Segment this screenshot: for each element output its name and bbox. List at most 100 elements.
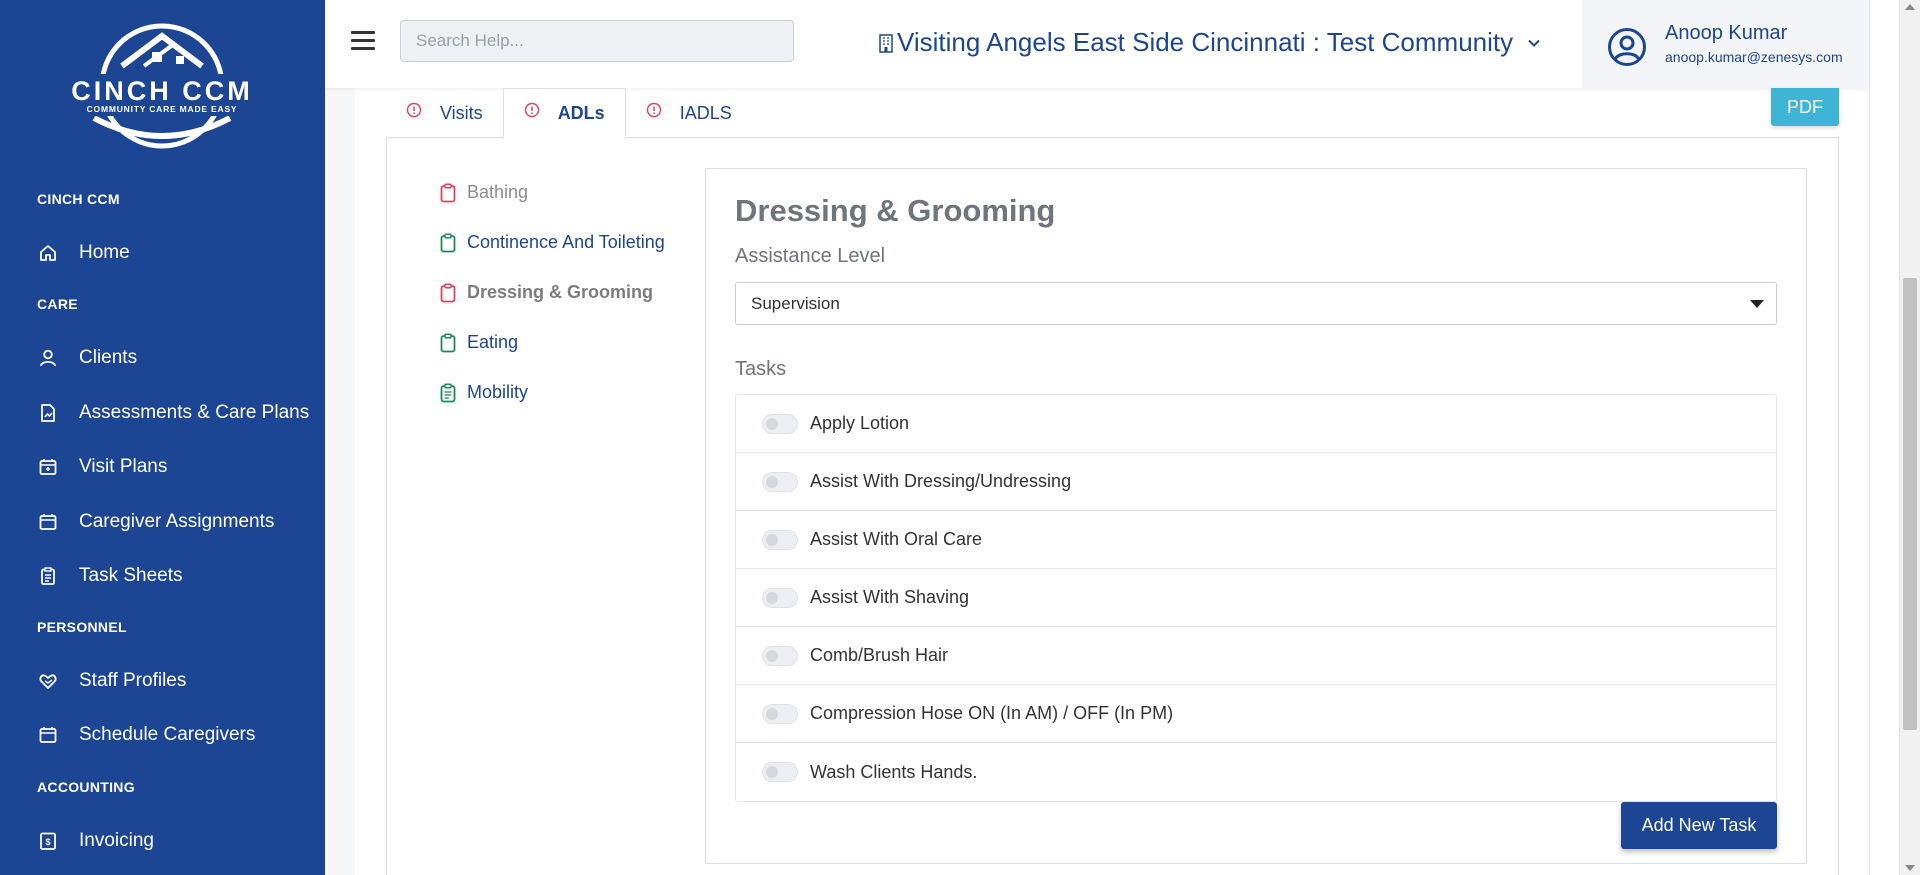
adl-item-eating[interactable]: Eating [440, 332, 518, 353]
sidebar-item-home[interactable]: Home [37, 238, 130, 268]
detail-title: Dressing & Grooming [735, 193, 1056, 228]
task-toggle[interactable] [762, 645, 798, 666]
user-icon [37, 347, 59, 369]
task-label: Assist With Shaving [810, 587, 970, 607]
scroll-thumb[interactable] [1903, 278, 1917, 730]
task-row: Assist With Oral Care [736, 511, 1776, 569]
adl-item-dressing-grooming[interactable]: Dressing & Grooming [440, 282, 653, 303]
clipboard-list-icon [440, 382, 456, 402]
building-icon [879, 33, 893, 53]
task-label: Assist With Dressing/Undressing [810, 471, 1072, 491]
tab-label: IADLS [679, 102, 732, 123]
task-toggle[interactable] [762, 587, 798, 608]
task-label: Wash Clients Hands. [810, 761, 978, 782]
sidebar-item-label: Staff Profiles [79, 670, 187, 691]
heart-hand-icon [37, 670, 59, 692]
adl-item-label: Continence And Toileting [467, 232, 665, 252]
search-help-input[interactable] [400, 20, 794, 62]
scroll-down-arrow-icon[interactable] [1905, 865, 1915, 871]
section-label-care: CARE [37, 296, 78, 312]
sidebar-item-label: Home [79, 242, 130, 263]
pdf-button[interactable]: PDF [1771, 88, 1839, 126]
user-avatar-icon [1608, 28, 1646, 66]
add-new-task-button[interactable]: Add New Task [1621, 802, 1777, 849]
community-name: Visiting Angels East Side Cincinnati : T… [897, 27, 1514, 57]
task-toggle[interactable] [762, 413, 798, 434]
sidebar-item-label: Task Sheets [79, 565, 183, 586]
task-toggle[interactable] [762, 529, 798, 550]
task-label: Compression Hose ON (In AM) / OFF (In PM… [810, 703, 1174, 723]
alert-circle-icon [524, 102, 539, 118]
clipboard-icon [440, 232, 456, 252]
sidebar-item-label: Schedule Caregivers [79, 724, 256, 745]
scroll-up-arrow-icon[interactable] [1905, 4, 1915, 10]
assistance-level-value: Supervision [751, 293, 840, 313]
clipboard-icon [37, 565, 59, 587]
adl-item-bathing[interactable]: Bathing [440, 182, 528, 203]
sidebar-item-label: Caregiver Assignments [79, 511, 275, 532]
user-email: anoop.kumar@zenesys.com [1665, 49, 1843, 65]
community-selector[interactable]: Visiting Angels East Side Cincinnati : T… [877, 27, 1541, 58]
adl-item-mobility[interactable]: Mobility [440, 382, 528, 403]
assistance-level-label: Assistance Level [735, 245, 886, 267]
logo-tagline: COMMUNITY CARE MADE EASY [87, 104, 238, 114]
sidebar-item-task-sheets[interactable]: Task Sheets [37, 561, 183, 591]
sidebar-item-invoicing[interactable]: $ Invoicing [37, 826, 154, 856]
logo-title: CINCH CCM [71, 76, 253, 106]
task-row: Compression Hose ON (In AM) / OFF (In PM… [736, 685, 1776, 743]
task-toggle[interactable] [762, 703, 798, 724]
task-row: Assist With Shaving [736, 569, 1776, 627]
task-label: Comb/Brush Hair [810, 645, 949, 665]
sidebar-item-label: Assessments & Care Plans [79, 402, 310, 423]
tab-label: Visits [440, 102, 483, 123]
adl-item-label: Mobility [467, 382, 529, 402]
clipboard-icon [440, 282, 456, 302]
tab-iadls[interactable]: IADLS [626, 88, 752, 138]
calendar-plan-icon [37, 456, 59, 478]
sidebar-item-assessments-care-plans[interactable]: Assessments & Care Plans [37, 398, 309, 428]
sidebar-item-label: Visit Plans [79, 456, 168, 477]
task-toggle[interactable] [762, 471, 798, 492]
section-label-personnel: PERSONNEL [37, 619, 127, 635]
sidebar-item-label: Clients [79, 347, 138, 368]
sidebar-item-visit-plans[interactable]: Visit Plans [37, 452, 167, 482]
task-label: Apply Lotion [810, 413, 910, 433]
sidebar-item-schedule-caregivers[interactable]: Schedule Caregivers [37, 720, 255, 750]
invoice-icon: $ [37, 830, 59, 852]
hamburger-menu-icon[interactable] [351, 31, 375, 53]
sidebar-item-clients[interactable]: Clients [37, 343, 137, 373]
document-chart-icon [37, 402, 59, 424]
tasks-list: Apply Lotion Assist With Dressing/Undres… [735, 394, 1777, 802]
right-gutter [1869, 0, 1899, 875]
adl-item-label: Eating [467, 332, 519, 352]
user-name: Anoop Kumar [1665, 22, 1788, 44]
calendar-icon [37, 724, 59, 746]
adl-item-label: Dressing & Grooming [467, 282, 654, 302]
caret-down-icon [1750, 300, 1764, 308]
assessment-tabs: Visits ADLs IADLS [386, 88, 752, 138]
sidebar-item-staff-profiles[interactable]: Staff Profiles [37, 666, 186, 696]
sidebar-item-caregiver-assignments[interactable]: Caregiver Assignments [37, 507, 274, 537]
section-label-cinch-ccm: CINCH CCM [37, 191, 120, 207]
user-menu[interactable]: Anoop Kumar anoop.kumar@zenesys.com [1582, 0, 1870, 88]
tab-label: ADLs [557, 102, 605, 123]
sidebar-item-label: Invoicing [79, 830, 154, 851]
task-label: Assist With Oral Care [810, 529, 983, 549]
task-toggle[interactable] [762, 762, 798, 782]
section-label-accounting: ACCOUNTING [37, 779, 135, 795]
assistance-level-select[interactable]: Supervision [735, 282, 1777, 325]
adl-item-continence-toileting[interactable]: Continence And Toileting [440, 232, 665, 253]
alert-circle-icon [646, 102, 661, 118]
alert-circle-icon [406, 102, 422, 118]
page-scrollbar[interactable] [1899, 0, 1920, 875]
task-row: Comb/Brush Hair [736, 627, 1776, 685]
task-row: Wash Clients Hands. [736, 743, 1776, 801]
cinch-ccm-logo[interactable]: CINCH CCM COMMUNITY CARE MADE EASY [64, 22, 260, 150]
clipboard-icon [440, 332, 456, 352]
tasks-label: Tasks [735, 358, 787, 380]
adl-item-label: Bathing [467, 182, 529, 202]
top-header: Visiting Angels East Side Cincinnati : T… [325, 0, 1870, 88]
sidebar: CINCH CCM COMMUNITY CARE MADE EASY CINCH… [0, 0, 325, 875]
tab-visits[interactable]: Visits [386, 88, 503, 138]
tab-adls[interactable]: ADLs [502, 88, 626, 138]
